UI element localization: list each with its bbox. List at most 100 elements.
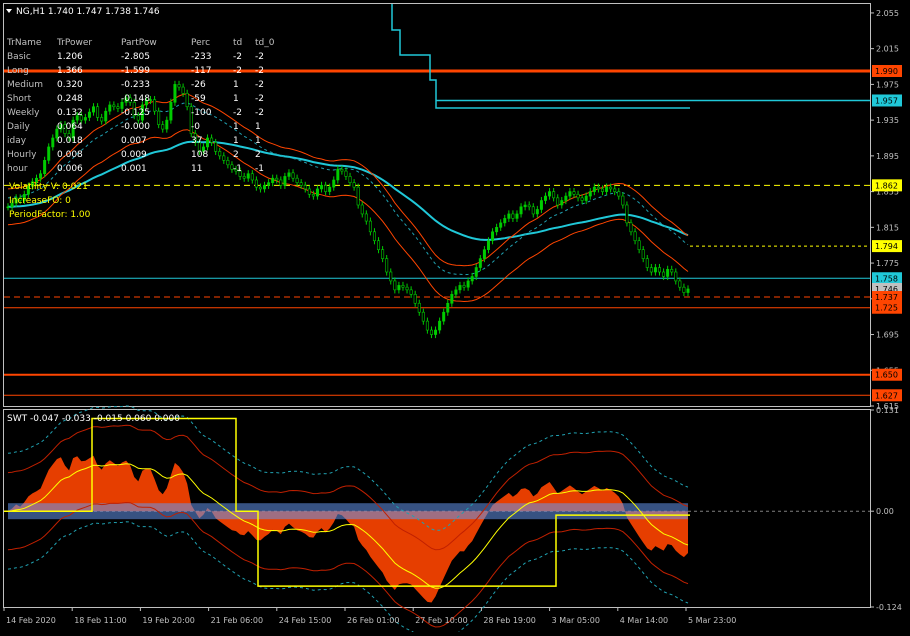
y-tick-label: 2.055 xyxy=(876,9,899,18)
y-tick-label: 1.975 xyxy=(876,80,899,89)
candle-body xyxy=(360,204,364,215)
candle-body xyxy=(519,206,523,215)
candle-body xyxy=(401,285,405,288)
candle-body xyxy=(503,218,507,224)
candle-body xyxy=(6,206,10,209)
candle-body xyxy=(311,193,315,197)
candle-body xyxy=(564,195,568,201)
table-header: TrName xyxy=(6,38,42,48)
chart-svg[interactable]: 2.0552.0151.9751.9351.8951.8551.8151.775… xyxy=(0,0,910,636)
table-cell: 0.007 xyxy=(121,136,147,146)
price-label: 1.758 xyxy=(875,274,898,283)
candle-body xyxy=(649,267,653,273)
orange-envelope-lower xyxy=(7,129,689,303)
candle-body xyxy=(543,195,547,201)
candle-body xyxy=(218,151,222,157)
candle-body xyxy=(657,267,661,273)
candle-body xyxy=(486,240,490,250)
table-cell: 1 xyxy=(233,122,239,132)
candle-body xyxy=(535,209,539,215)
dropdown-icon[interactable] xyxy=(6,9,12,13)
candle-body xyxy=(515,213,519,219)
candle-body xyxy=(613,188,617,192)
table-header: td_0 xyxy=(255,38,275,48)
chart-window[interactable]: 2.055 2.015 1.975 1.935 1.895 1.855 1.815 1.775… xyxy=(0,0,910,636)
candle-body xyxy=(584,195,588,201)
oscillator-fill xyxy=(8,455,688,603)
table-cell: -2 xyxy=(255,66,264,76)
candle-body xyxy=(474,267,478,277)
y-tick-label: 1.695 xyxy=(876,331,899,340)
table-cell: -2 xyxy=(255,94,264,104)
candle-body xyxy=(336,168,340,181)
table-cell: Long xyxy=(7,66,29,76)
candle-body xyxy=(377,240,381,250)
table-cell: -0 xyxy=(191,122,200,132)
candle-body xyxy=(340,168,344,172)
table-cell: Medium xyxy=(7,80,43,90)
indicator-pane[interactable] xyxy=(4,405,870,636)
cyan-step-line xyxy=(391,4,690,109)
table-cell: 108 xyxy=(191,150,208,160)
candle-body xyxy=(352,182,356,188)
table-cell: -2 xyxy=(255,108,264,118)
main-pane[interactable] xyxy=(4,4,870,396)
candle-body xyxy=(495,227,499,233)
candle-body xyxy=(413,294,417,304)
candle-body xyxy=(303,185,307,190)
price-label: 1.957 xyxy=(875,96,898,105)
candle-body xyxy=(173,84,177,103)
candle-body xyxy=(641,249,645,259)
candle-body xyxy=(531,206,535,215)
candle-body xyxy=(315,188,319,197)
main-pane-frame xyxy=(3,3,871,407)
candle-body xyxy=(181,86,185,94)
candle-body xyxy=(405,286,409,291)
price-label: 1.627 xyxy=(875,391,898,400)
candle-body xyxy=(653,267,657,273)
candle-body xyxy=(576,193,580,199)
price-label: 1.794 xyxy=(875,242,898,251)
table-cell: 1 xyxy=(233,94,239,104)
candle-body xyxy=(47,146,51,161)
candle-body xyxy=(165,119,169,130)
table-cell: Short xyxy=(7,94,32,104)
candle-body xyxy=(560,200,564,206)
x-tick-label: 5 Mar 23:00 xyxy=(688,616,736,625)
candle-body xyxy=(552,191,556,199)
candle-body xyxy=(625,204,629,224)
table-cell: -0.000 xyxy=(121,122,150,132)
candle-body xyxy=(87,111,91,118)
candle-body xyxy=(116,106,120,109)
candle-body xyxy=(332,179,336,188)
table-cell: 0.132 xyxy=(57,108,83,118)
candle-body xyxy=(438,320,442,331)
table-cell: -0.148 xyxy=(121,94,150,104)
candle-body xyxy=(43,160,47,175)
table-cell: -2 xyxy=(255,52,264,62)
candle-body xyxy=(588,191,592,197)
candle-body xyxy=(295,177,299,183)
table-cell: -0.125 xyxy=(121,108,150,118)
table-cell: 1.206 xyxy=(57,52,83,62)
ind-y-tick-label: 0.00 xyxy=(876,507,894,516)
table-cell: 0.320 xyxy=(57,80,83,90)
table-cell: -1.599 xyxy=(121,66,150,76)
table-cell: 2 xyxy=(233,150,239,160)
x-tick-label: 24 Feb 15:00 xyxy=(279,616,331,625)
candle-body xyxy=(254,179,258,188)
candle-body xyxy=(609,186,613,190)
candle-body xyxy=(393,280,397,291)
table-cell: 2 xyxy=(255,150,261,160)
table-header: TrPower xyxy=(56,38,92,48)
candle-body xyxy=(491,231,495,242)
x-tick-label: 27 Feb 10:00 xyxy=(415,616,467,625)
table-header: Perc xyxy=(191,38,210,48)
candle-body xyxy=(397,285,401,291)
candle-body xyxy=(389,271,393,282)
candle-body xyxy=(678,280,682,288)
candle-body xyxy=(454,289,458,295)
candle-body xyxy=(539,200,543,210)
y-tick-label: 2.015 xyxy=(876,45,899,54)
candle-body xyxy=(450,294,454,304)
